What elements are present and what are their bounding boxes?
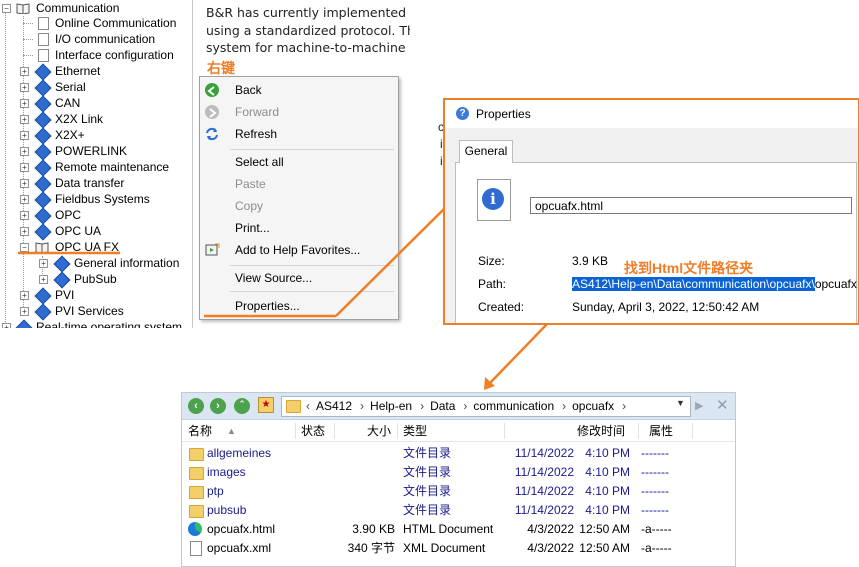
col-name[interactable]: 名称 (188, 421, 212, 441)
folder-icon (189, 448, 204, 461)
file-type: HTML Document (403, 522, 494, 536)
created-label: Created: (478, 300, 525, 314)
file-type: 文件目录 (403, 503, 452, 517)
file-name: allgemeines (207, 446, 272, 460)
file-row[interactable]: pubsub 文件目录 11/14/2022 4:10 PM ------- (182, 501, 735, 520)
file-date: 11/14/2022 (514, 465, 574, 479)
file-row[interactable]: opcuafx.xml 340 字节 XML Document 4/3/2022 12:… (182, 539, 735, 558)
tab-general[interactable]: General (459, 140, 513, 163)
file-size: 3.90 KB (352, 522, 395, 536)
file-attributes: ------- (641, 465, 669, 479)
col-modified[interactable]: 修改时间 (577, 421, 625, 441)
breadcrumb-chevron-icon[interactable]: › (420, 399, 424, 413)
file-type: 文件目录 (403, 465, 452, 479)
path-selected: AS412\Help-en\Data\communication\opcuafx… (572, 277, 815, 291)
document-icon (190, 541, 202, 556)
col-status[interactable]: 状态 (301, 421, 325, 441)
favorites-folder-icon[interactable]: ★ (258, 397, 274, 413)
arrow-line (488, 321, 550, 385)
size-value: 3.9 KB (572, 254, 609, 268)
file-date: 4/3/2022 (527, 541, 574, 555)
folder-icon (189, 467, 204, 480)
path-value[interactable]: AS412\Help-en\Data\communication\opcuafx… (572, 277, 858, 291)
breadcrumb-item[interactable]: AS412 (316, 399, 352, 413)
properties-dialog: ? Properties General i opcuafx.html Size… (443, 98, 859, 325)
column-header: 名称 ▲ 状态 大小 类型 修改时间 属性 (182, 421, 735, 442)
forward-arrow-icon[interactable]: › (210, 398, 226, 414)
created-value: Sunday, April 3, 2022, 12:50:42 AM (572, 300, 760, 314)
file-date: 11/14/2022 (514, 484, 574, 498)
file-time: 4:10 PM (585, 465, 630, 479)
edge-browser-icon (188, 522, 202, 536)
file-size: 340 字节 (347, 541, 395, 555)
file-time: 4:10 PM (585, 484, 630, 498)
up-arrow-icon[interactable]: ˆ (234, 398, 250, 414)
col-type[interactable]: 类型 (403, 421, 427, 441)
sort-up-icon: ▲ (227, 426, 236, 436)
file-type: 文件目录 (403, 484, 452, 498)
file-row[interactable]: ptp 文件目录 11/14/2022 4:10 PM ------- (182, 482, 735, 501)
filename-field[interactable]: opcuafx.html (530, 197, 852, 214)
file-info-icon: i (477, 179, 511, 221)
file-time: 4:10 PM (585, 503, 630, 517)
path-rest: opcuafx.html (814, 277, 858, 291)
dropdown-arrow-icon[interactable]: ▼ (676, 398, 685, 408)
file-name: ptp (207, 484, 224, 498)
breadcrumb-item[interactable]: Help-en (370, 399, 412, 413)
file-name: pubsub (207, 503, 247, 517)
breadcrumb: AS412 › Help-en › Data › communication › opcuafx… (316, 399, 632, 413)
dialog-titlebar: ? Properties (445, 100, 858, 128)
breadcrumb-chevron-icon[interactable]: › (360, 399, 364, 413)
file-time: 12:50 AM (579, 522, 630, 536)
file-date: 11/14/2022 (514, 446, 574, 460)
annotation-find-path: 找到Html文件路径夹 (624, 260, 754, 276)
file-date: 4/3/2022 (527, 522, 574, 536)
dialog-title: Properties (476, 107, 531, 121)
breadcrumb-item[interactable]: Data (430, 399, 455, 413)
file-attributes: ------- (641, 503, 669, 517)
file-list: allgemeines 文件目录 11/14/2022 4:10 PM ------- i… (182, 444, 735, 564)
file-name: images (207, 465, 246, 479)
file-type: 文件目录 (403, 446, 452, 460)
breadcrumb-chevron-icon[interactable]: › (562, 399, 566, 413)
file-row[interactable]: images 文件目录 11/14/2022 4:10 PM ------- (182, 463, 735, 482)
file-type: XML Document (403, 541, 486, 555)
file-row[interactable]: allgemeines 文件目录 11/14/2022 4:10 PM ------- (182, 444, 735, 463)
file-name: opcuafx.xml (207, 541, 272, 555)
breadcrumb-item[interactable]: communication (473, 399, 554, 413)
size-label: Size: (478, 254, 505, 268)
file-time: 12:50 AM (579, 541, 630, 555)
col-size[interactable]: 大小 (367, 421, 391, 441)
file-attributes: -a----- (641, 522, 672, 536)
help-icon: ? (456, 107, 469, 120)
file-time: 4:10 PM (585, 446, 630, 460)
breadcrumb-chevron-icon[interactable]: › (622, 399, 626, 413)
file-attributes: -a----- (641, 541, 672, 555)
close-icon[interactable]: ✕ (716, 396, 729, 414)
back-arrow-icon[interactable]: ‹ (188, 398, 204, 414)
breadcrumb-item[interactable]: opcuafx (572, 399, 614, 413)
breadcrumb-chevron-icon: ‹ (306, 399, 310, 413)
address-bar[interactable]: ‹ AS412 › Help-en › Data › communication › opcua… (281, 396, 691, 417)
go-icon[interactable]: ▶ (695, 399, 707, 412)
file-attributes: ------- (641, 446, 669, 460)
folder-icon (286, 400, 301, 413)
connector-line (335, 208, 445, 317)
folder-icon (189, 486, 204, 499)
file-explorer-window: ‹ › ˆ ★ ‹ AS412 › Help-en › Data › communicati… (181, 392, 736, 567)
breadcrumb-chevron-icon[interactable]: › (463, 399, 467, 413)
path-label: Path: (478, 277, 507, 291)
folder-icon (189, 505, 204, 518)
file-name: opcuafx.html (207, 522, 276, 536)
tab-panel: i opcuafx.html Size: 3.9 KB Path: AS412\… (455, 162, 858, 323)
col-attr[interactable]: 属性 (649, 421, 673, 441)
file-attributes: ------- (641, 484, 669, 498)
file-row[interactable]: opcuafx.html 3.90 KB HTML Document 4/3/2022… (182, 520, 735, 539)
explorer-toolbar: ‹ › ˆ ★ ‹ AS412 › Help-en › Data › communicati… (182, 393, 735, 420)
file-date: 11/14/2022 (514, 503, 574, 517)
